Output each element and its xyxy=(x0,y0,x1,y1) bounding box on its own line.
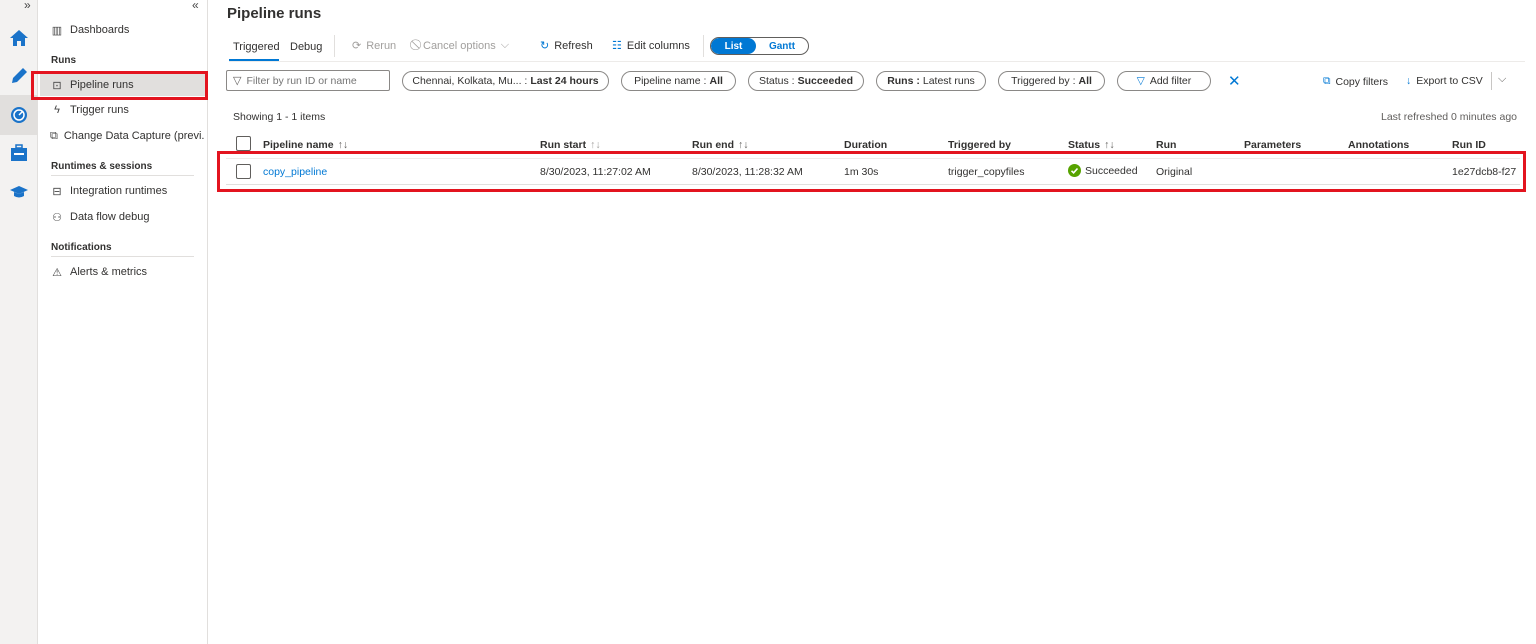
clear-filters-icon[interactable]: ✕ xyxy=(1228,72,1241,90)
col-run-id: Run ID xyxy=(1452,139,1486,151)
filter-value: All xyxy=(709,75,723,87)
divider xyxy=(703,35,704,57)
items-count: Showing 1 - 1 items xyxy=(233,111,326,123)
refresh-button[interactable]: ↻ Refresh xyxy=(540,39,593,53)
copy-filters-button[interactable]: ⧉ Copy filters xyxy=(1323,75,1388,88)
add-filter-icon: ▽ xyxy=(1136,75,1145,87)
nav-change-data-capture[interactable]: ⧉ Change Data Capture (previ... xyxy=(50,125,204,147)
sort-icon: ↑↓ xyxy=(590,139,601,151)
home-icon[interactable] xyxy=(0,18,38,58)
sidebar: « ▥ Dashboards Runs ⊡ Pipeline runs ϟ Trigg… xyxy=(31,0,208,644)
cancel-options-button[interactable]: ⃠Cancel options⌵ xyxy=(418,39,509,52)
sort-icon: ↑↓ xyxy=(337,139,349,151)
divider xyxy=(334,35,335,57)
edit-columns-button[interactable]: ☷ Edit columns xyxy=(612,39,690,53)
filter-label: Status : xyxy=(758,75,795,87)
dashboard-icon: ▥ xyxy=(51,24,63,37)
debug-icon: ⚇ xyxy=(52,211,62,224)
col-triggered-by: Triggered by xyxy=(948,139,1012,151)
chevron-down-icon[interactable]: ⌵ xyxy=(1498,73,1506,86)
collapse-sidebar-button[interactable]: « xyxy=(192,0,199,12)
filter-time[interactable]: Chennai, Kolkata, Mu... : Last 24 hours xyxy=(402,71,609,91)
chevron-down-icon: ⌵ xyxy=(500,39,510,51)
export-csv-button[interactable]: ↓ Export to CSV xyxy=(1406,75,1483,87)
select-all-checkbox[interactable] xyxy=(236,136,251,151)
download-icon: ↓ xyxy=(1406,75,1412,87)
col-pipeline-name[interactable]: Pipeline name ↑↓ xyxy=(263,139,348,151)
nav-trigger-runs[interactable]: ϟ Trigger runs xyxy=(50,99,204,121)
refresh-icon: ↻ xyxy=(540,40,550,52)
filter-triggered-by[interactable]: Triggered by : All xyxy=(998,71,1105,91)
highlight-box xyxy=(217,151,1526,192)
section-notifications: Notifications xyxy=(51,242,112,253)
col-parameters: Parameters xyxy=(1244,139,1302,151)
col-duration: Duration xyxy=(844,139,888,151)
filter-pipeline-name[interactable]: Pipeline name : All xyxy=(621,71,736,91)
expand-rail-button[interactable]: » xyxy=(24,0,31,12)
filter-value: All xyxy=(1078,75,1092,87)
trigger-icon: ϟ xyxy=(54,104,60,116)
runtime-icon: ⊟ xyxy=(52,185,62,198)
search-input[interactable]: ▽ xyxy=(226,70,390,91)
divider xyxy=(1491,72,1492,90)
warning-icon: ⚠ xyxy=(52,266,62,279)
col-run-end[interactable]: Run end ↑↓ xyxy=(692,139,749,151)
search-field[interactable] xyxy=(246,74,387,87)
columns-icon: ☷ xyxy=(612,40,622,52)
filter-value: Last 24 hours xyxy=(530,75,599,87)
rerun-button[interactable]: ⟳ Rerun xyxy=(352,39,396,53)
divider xyxy=(51,175,194,176)
gantt-view-button[interactable]: Gantt xyxy=(756,38,808,54)
sort-icon: ↑↓ xyxy=(738,139,749,151)
page-title: Pipeline runs xyxy=(227,5,322,22)
divider xyxy=(229,61,1525,62)
nav-dashboards[interactable]: ▥ Dashboards xyxy=(50,19,204,41)
section-runtimes: Runtimes & sessions xyxy=(51,161,153,172)
filter-value: Latest runs xyxy=(922,75,975,87)
nav-data-flow-debug[interactable]: ⚇ Data flow debug xyxy=(50,206,204,228)
sort-icon: ↑↓ xyxy=(1104,139,1115,151)
col-status[interactable]: Status ↑↓ xyxy=(1068,139,1115,151)
filter-label: Runs : xyxy=(887,75,920,87)
col-run-start[interactable]: Run start ↑↓ xyxy=(540,139,601,151)
filter-runs[interactable]: Runs : Latest runs xyxy=(876,71,986,91)
filter-value: Succeeded xyxy=(797,75,854,87)
cdc-icon: ⧉ xyxy=(50,129,58,142)
col-run: Run xyxy=(1156,139,1177,151)
last-refreshed: Last refreshed 0 minutes ago xyxy=(1381,111,1517,123)
divider xyxy=(51,256,194,257)
toolbox-icon[interactable] xyxy=(0,133,38,173)
tab-debug[interactable]: Debug xyxy=(290,41,322,53)
filter-status[interactable]: Status : Succeeded xyxy=(748,71,864,91)
list-view-button[interactable]: List xyxy=(711,38,756,54)
monitor-icon[interactable] xyxy=(0,95,38,135)
filter-label: Chennai, Kolkata, Mu... : xyxy=(412,75,528,87)
filter-icon: ▽ xyxy=(233,75,242,87)
section-runs: Runs xyxy=(51,55,76,66)
filter-label: Pipeline name : xyxy=(634,75,707,87)
filter-label: Triggered by : xyxy=(1011,75,1076,87)
copy-icon: ⧉ xyxy=(1323,75,1331,87)
learn-icon[interactable] xyxy=(0,172,38,212)
nav-alerts-metrics[interactable]: ⚠ Alerts & metrics xyxy=(50,261,204,283)
col-annotations: Annotations xyxy=(1348,139,1410,151)
view-toggle: List Gantt xyxy=(710,37,809,55)
nav-integration-runtimes[interactable]: ⊟ Integration runtimes xyxy=(50,180,204,202)
highlight-box xyxy=(31,71,208,100)
add-filter-button[interactable]: ▽ Add filter xyxy=(1117,71,1211,91)
tab-triggered[interactable]: Triggered xyxy=(233,41,280,53)
rerun-icon: ⟳ xyxy=(352,40,362,52)
